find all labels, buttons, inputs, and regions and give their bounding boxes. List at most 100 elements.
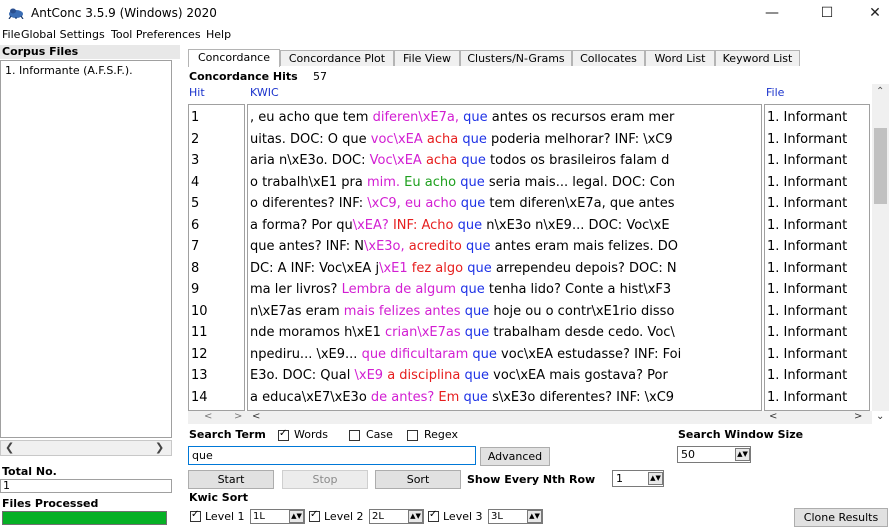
kwic-line[interactable]: aria n\xE3o. DOC: Voc\xEA acha que todos… — [250, 150, 669, 172]
level3-label: Level 3 — [443, 510, 483, 523]
corpus-list-scrollbar[interactable]: ❮ ❯ — [0, 440, 172, 456]
file-name[interactable]: 1. Informant — [767, 279, 847, 301]
spin-icon[interactable]: ▲▼ — [735, 448, 750, 461]
case-checkbox[interactable] — [349, 430, 360, 441]
tab-word-list[interactable]: Word List — [645, 50, 715, 66]
regex-checkbox[interactable] — [407, 430, 418, 441]
file-name[interactable]: 1. Informant — [767, 172, 847, 194]
spin-icon[interactable]: ▲▼ — [527, 510, 542, 523]
level2-select[interactable]: 2L ▲▼ — [369, 509, 424, 524]
minimize-button[interactable]: — — [755, 2, 789, 24]
corpus-files-list[interactable]: 1. Informante (A.F.S.F.). — [0, 60, 172, 438]
kwic-scroll-left-icon[interactable]: < — [252, 411, 260, 422]
sort-button[interactable]: Sort — [375, 470, 461, 489]
tab-collocates[interactable]: Collocates — [572, 50, 645, 66]
file-name[interactable]: 1. Informant — [767, 215, 847, 237]
menu-tool-preferences[interactable]: Tool Preferences — [111, 28, 201, 41]
kwic-line[interactable]: DC: A INF: Voc\xEA j\xE1 fez algo que ar… — [250, 258, 677, 280]
search-window-size-input[interactable]: 50 ▲▼ — [677, 446, 751, 463]
level3-checkbox[interactable]: ✓ — [428, 509, 439, 522]
kwic-line[interactable]: ma ler livros? Lembra de algum que tenha… — [250, 279, 671, 301]
kwic-context: a educa\xE7\xE3o — [250, 389, 371, 405]
hit-number[interactable]: 8 — [191, 258, 199, 280]
menu-help[interactable]: Help — [206, 28, 231, 41]
hit-number[interactable]: 14 — [191, 387, 208, 409]
tab-concordance[interactable]: Concordance — [188, 49, 280, 67]
kwic-line[interactable]: uitas. DOC: O que voc\xEA acha que poder… — [250, 129, 673, 151]
hit-number[interactable]: 4 — [191, 172, 199, 194]
hit-number[interactable]: 2 — [191, 129, 199, 151]
hit-number[interactable]: 1 — [191, 107, 199, 129]
scroll-right-icon[interactable]: ❯ — [155, 441, 164, 454]
close-button[interactable]: ✕ — [858, 2, 892, 24]
kwic-line[interactable]: n\xE7as eram mais felizes antes que hoje… — [250, 301, 674, 323]
level3-select[interactable]: 3L ▲▼ — [488, 509, 543, 524]
hit-number[interactable]: 9 — [191, 279, 199, 301]
file-name[interactable]: 1. Informant — [767, 193, 847, 215]
file-name[interactable]: 1. Informant — [767, 387, 847, 409]
level2-checkbox[interactable]: ✓ — [309, 509, 320, 522]
maximize-button[interactable]: ☐ — [810, 2, 844, 24]
file-name[interactable]: 1. Informant — [767, 365, 847, 387]
tab-clusters-ngrams[interactable]: Clusters/N-Grams — [460, 50, 572, 66]
kwic-line[interactable]: a forma? Por qu\xEA? INF: Acho que n\xE3… — [250, 215, 670, 237]
stop-button[interactable]: Stop — [282, 470, 368, 489]
file-list[interactable]: 1. Informant 1. Informant 1. Informant 1. I… — [764, 104, 870, 411]
file-name[interactable]: 1. Informant — [767, 107, 847, 129]
tab-concordance-plot[interactable]: Concordance Plot — [280, 50, 394, 66]
file-name[interactable]: 1. Informant — [767, 150, 847, 172]
file-name[interactable]: 1. Informant — [767, 129, 847, 151]
kwic-line[interactable]: , eu acho que tem diferen\xE7a, que ante… — [250, 107, 674, 129]
kwic-line[interactable]: a educa\xE7\xE3o de antes? Em que s\xE3o… — [250, 387, 674, 409]
kwic-list[interactable]: , eu acho que tem diferen\xE7a, que ante… — [247, 104, 762, 411]
hit-number-list[interactable]: 1 2 3 4 5 6 7 8 9 10 11 12 13 14 — [188, 104, 245, 411]
file-name[interactable]: 1. Informant — [767, 322, 847, 344]
results-horizontal-scrollbars[interactable]: < > < < > ⌄ — [188, 411, 884, 424]
clone-results-button[interactable]: Clone Results — [794, 508, 888, 527]
file-scroll-right-icon[interactable]: > — [854, 411, 862, 422]
show-every-nth-row-input[interactable]: 1 ▲▼ — [612, 470, 664, 487]
kwic-context-highlight: diferen\xE7a, — [372, 110, 459, 125]
file-name[interactable]: 1. Informant — [767, 301, 847, 323]
scroll-left-icon[interactable]: ❮ — [5, 441, 14, 454]
hit-number[interactable]: 5 — [191, 193, 199, 215]
hit-number[interactable]: 11 — [191, 322, 208, 344]
hit-number[interactable]: 12 — [191, 344, 208, 366]
scroll-up-icon[interactable]: ⌃ — [876, 86, 884, 97]
words-checkbox[interactable]: ✓ — [278, 428, 289, 441]
file-name[interactable]: 1. Informant — [767, 344, 847, 366]
hit-number[interactable]: 6 — [191, 215, 199, 237]
kwic-line[interactable]: nde moramos h\xE1 crian\xE7as que trabal… — [250, 322, 675, 344]
kwic-line[interactable]: o trabalh\xE1 pra mim. Eu acho que seria… — [250, 172, 675, 194]
hit-number[interactable]: 10 — [191, 301, 208, 323]
kwic-line[interactable]: que antes? INF: N\xE3o, acredito que ant… — [250, 236, 678, 258]
file-name[interactable]: 1. Informant — [767, 258, 847, 280]
tab-file-view[interactable]: File View — [394, 50, 460, 66]
kwic-line[interactable]: npediru... \xE9... que dificultaram que … — [250, 344, 681, 366]
spin-icon[interactable]: ▲▼ — [648, 472, 663, 485]
menu-global-settings[interactable]: Global Settings — [21, 28, 105, 41]
kwic-line[interactable]: E3o. DOC: Qual \xE9 a disciplina que voc… — [250, 365, 668, 387]
hit-scroll-left-icon[interactable]: < — [204, 411, 212, 422]
kwic-line[interactable]: o diferentes? INF: \xC9, eu acho que tem… — [250, 193, 675, 215]
hit-scroll-right-icon[interactable]: > — [234, 411, 242, 422]
menu-file[interactable]: File — [2, 28, 20, 41]
spin-icon[interactable]: ▲▼ — [408, 510, 423, 523]
hit-number[interactable]: 13 — [191, 365, 208, 387]
tab-keyword-list[interactable]: Keyword List — [715, 50, 800, 66]
search-term-label: Search Term — [189, 428, 266, 441]
search-term-input[interactable]: que — [188, 446, 476, 465]
corpus-file-item[interactable]: 1. Informante (A.F.S.F.). — [5, 64, 133, 77]
start-button[interactable]: Start — [188, 470, 274, 489]
file-name[interactable]: 1. Informant — [767, 236, 847, 258]
results-vertical-scrollbar[interactable]: ⌃ — [872, 84, 889, 411]
spin-icon[interactable]: ▲▼ — [289, 510, 304, 523]
hit-number[interactable]: 3 — [191, 150, 199, 172]
level1-checkbox[interactable]: ✓ — [190, 509, 201, 522]
file-scroll-left-icon[interactable]: < — [769, 411, 777, 422]
scroll-down-icon[interactable]: ⌄ — [876, 411, 884, 422]
level1-select[interactable]: 1L ▲▼ — [250, 509, 305, 524]
advanced-button[interactable]: Advanced — [480, 447, 550, 466]
hit-number[interactable]: 7 — [191, 236, 199, 258]
scrollbar-thumb[interactable] — [874, 128, 887, 204]
